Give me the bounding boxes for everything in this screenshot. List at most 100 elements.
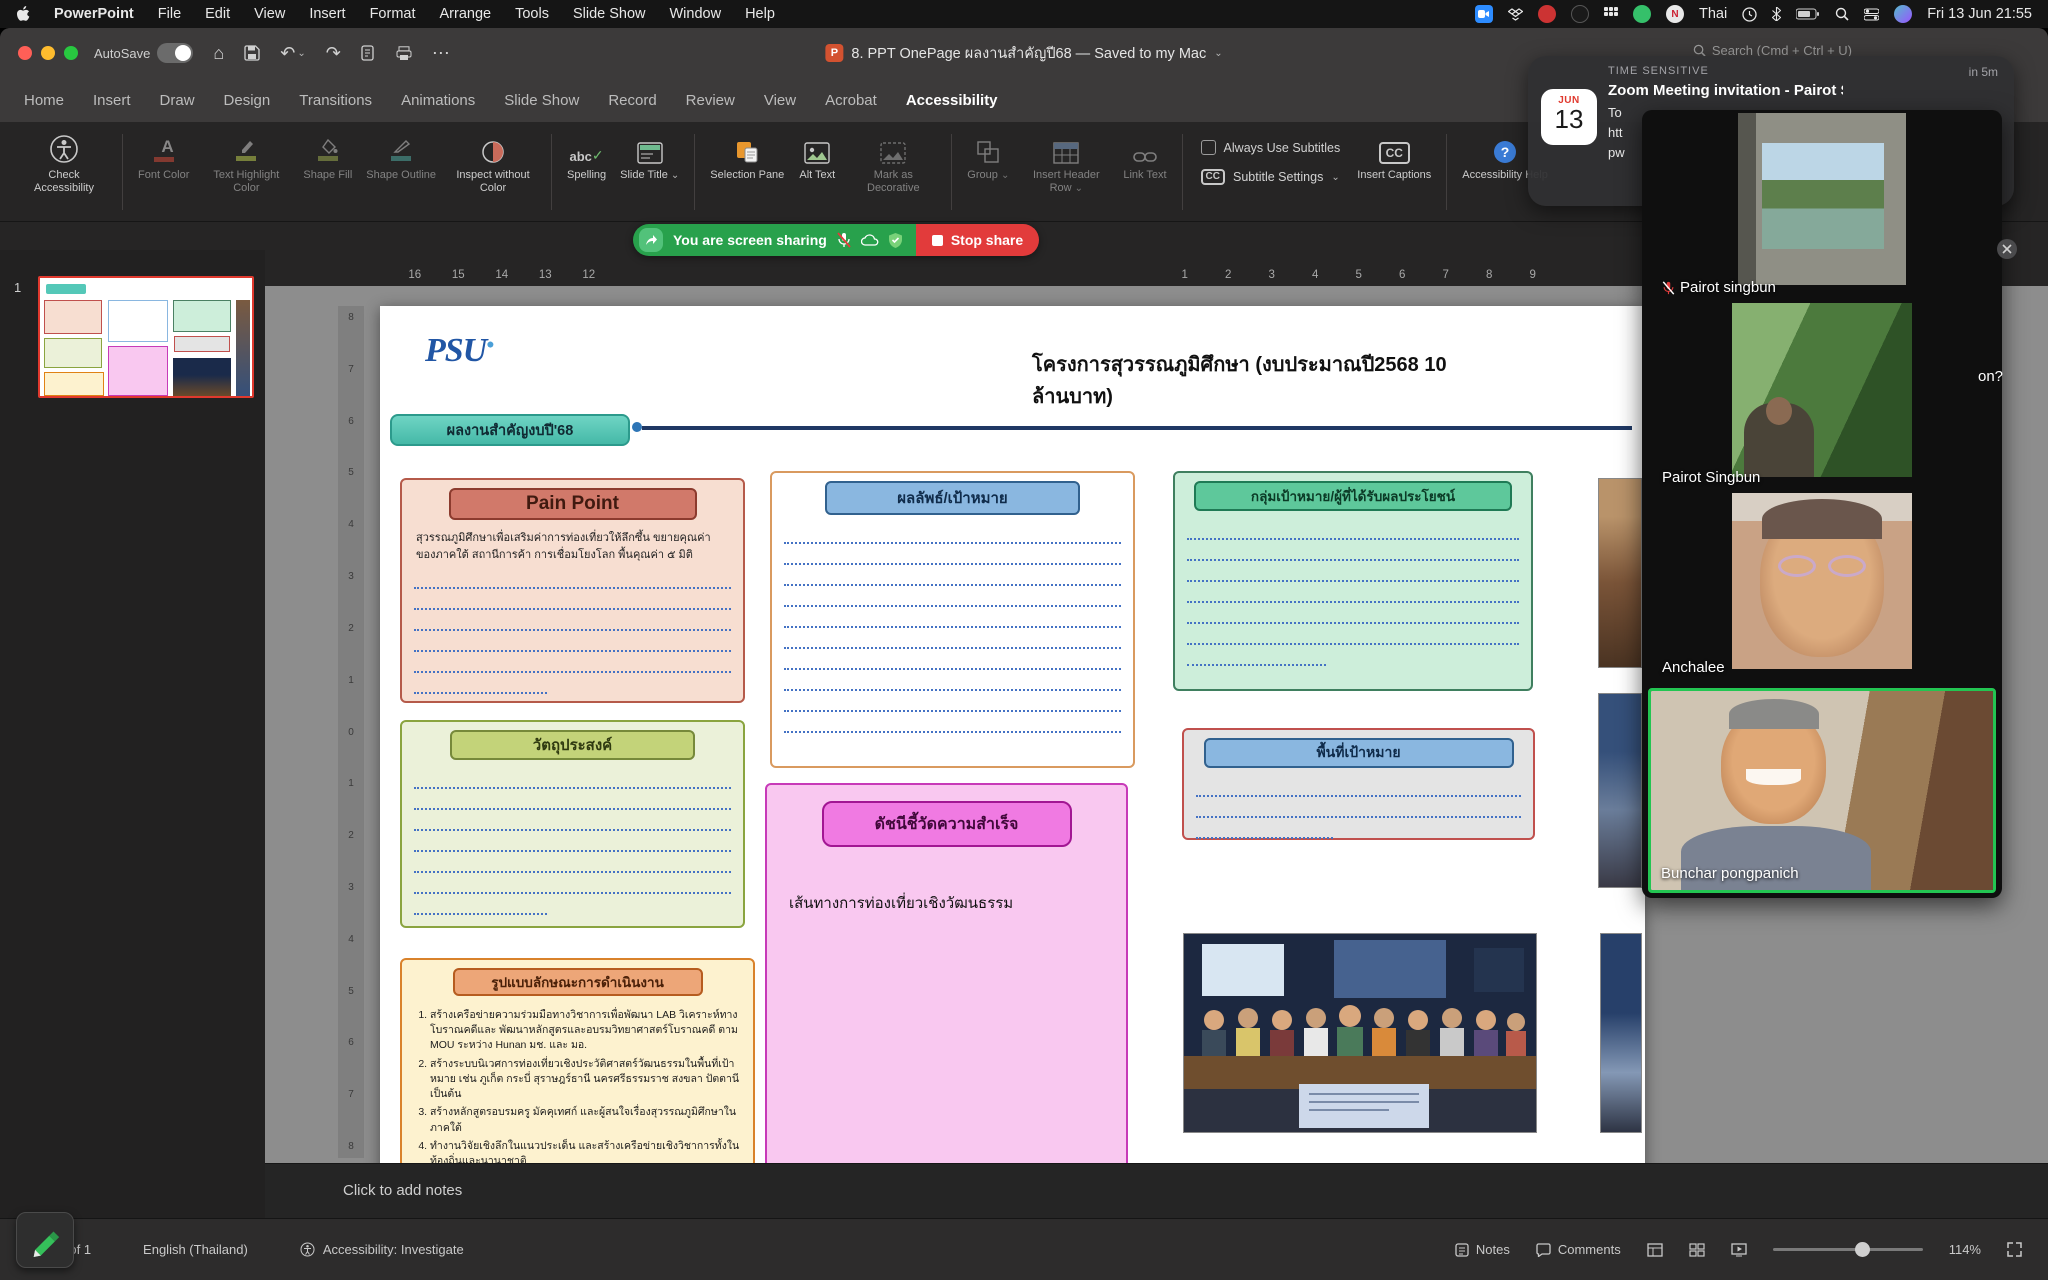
- menu-arrange[interactable]: Arrange: [440, 6, 492, 22]
- menu-tools[interactable]: Tools: [515, 6, 549, 22]
- home-icon[interactable]: ⌂: [213, 43, 224, 64]
- participant-tile[interactable]: Pairot Singbun: [1642, 300, 2002, 490]
- participant-tile-active[interactable]: Bunchar pongpanich: [1642, 688, 2002, 893]
- mark-as-decorative-button[interactable]: Mark as Decorative: [843, 132, 943, 199]
- zoom-window-button[interactable]: [64, 46, 78, 60]
- redo-icon[interactable]: ↷: [326, 43, 341, 64]
- language-indicator[interactable]: English (Thailand): [117, 1242, 274, 1257]
- notification-close-icon[interactable]: [1996, 238, 2018, 260]
- close-window-button[interactable]: [18, 46, 32, 60]
- control-center-icon[interactable]: [1864, 8, 1879, 21]
- menu-file[interactable]: File: [158, 6, 181, 22]
- menu-app-name[interactable]: PowerPoint: [54, 6, 134, 22]
- implementation-box[interactable]: รูปแบบลักษณะการดำเนินงาน สร้างเครือข่ายค…: [400, 958, 755, 1180]
- shape-fill-button[interactable]: Shape Fill: [296, 132, 359, 186]
- slide-title-chevron-icon[interactable]: ⌄: [671, 170, 679, 181]
- slide-sorter-view-button[interactable]: [1689, 1243, 1705, 1257]
- group-chevron-icon[interactable]: ⌄: [1001, 170, 1009, 181]
- slide-thumbnail[interactable]: [38, 276, 254, 398]
- title-chevron-icon[interactable]: ⌄: [1214, 48, 1222, 59]
- tab-review[interactable]: Review: [686, 92, 735, 109]
- tab-home[interactable]: Home: [24, 92, 64, 109]
- always-use-subtitles-checkbox[interactable]: Always Use Subtitles: [1201, 140, 1341, 155]
- slide-tag-pill[interactable]: ผลงานสำคัญงบปี'68: [390, 414, 630, 446]
- menu-help[interactable]: Help: [745, 6, 775, 22]
- tab-view[interactable]: View: [764, 92, 796, 109]
- autosave-toggle[interactable]: [157, 43, 193, 63]
- dark-app-icon[interactable]: [1571, 5, 1589, 23]
- print-icon[interactable]: [396, 46, 412, 61]
- notes-toggle-button[interactable]: Notes: [1455, 1242, 1510, 1257]
- text-highlight-color-button[interactable]: Text Highlight Color: [196, 132, 296, 199]
- menu-format[interactable]: Format: [370, 6, 416, 22]
- check-accessibility-button[interactable]: Check Accessibility: [14, 132, 114, 199]
- spotlight-icon[interactable]: [1835, 7, 1849, 21]
- selection-pane-button[interactable]: Selection Pane: [703, 132, 791, 186]
- subtitle-settings-dropdown[interactable]: CC Subtitle Settings ⌄: [1201, 169, 1341, 185]
- tab-insert[interactable]: Insert: [93, 92, 131, 109]
- menu-window[interactable]: Window: [670, 6, 722, 22]
- shape-outline-button[interactable]: Shape Outline: [359, 132, 443, 186]
- inspect-without-color-button[interactable]: Inspect without Color: [443, 132, 543, 199]
- tab-draw[interactable]: Draw: [160, 92, 195, 109]
- slideshow-view-button[interactable]: [1731, 1243, 1747, 1257]
- dropbox-icon[interactable]: [1508, 8, 1523, 21]
- tab-animations[interactable]: Animations: [401, 92, 475, 109]
- zoom-participants-panel[interactable]: Pairot singbun Pairot Singbun Anchalee B…: [1642, 110, 2002, 898]
- zoom-level[interactable]: 114%: [1949, 1242, 1981, 1257]
- bluetooth-icon[interactable]: [1772, 7, 1781, 21]
- battery-icon[interactable]: [1796, 8, 1820, 20]
- menu-edit[interactable]: Edit: [205, 6, 230, 22]
- clock-icon[interactable]: [1742, 7, 1757, 22]
- fit-to-window-icon[interactable]: [2007, 1242, 2022, 1257]
- slide-title-button[interactable]: Slide Title ⌄: [613, 132, 686, 186]
- target-group-box[interactable]: กลุ่มเป้าหมาย/ผู้ที่ได้รับผลประโยชน์: [1173, 471, 1533, 691]
- link-text-button[interactable]: Link Text: [1116, 132, 1173, 186]
- n-app-icon[interactable]: N: [1666, 5, 1684, 23]
- group-button[interactable]: Group ⌄: [960, 132, 1016, 186]
- zoom-camera-icon[interactable]: [1475, 5, 1493, 23]
- font-color-button[interactable]: A Font Color: [131, 132, 196, 186]
- annotate-pencil-tool[interactable]: [16, 1212, 74, 1268]
- menu-insert[interactable]: Insert: [309, 6, 345, 22]
- undo-icon[interactable]: ↶: [280, 43, 295, 64]
- accessibility-status[interactable]: Accessibility: Investigate: [274, 1242, 490, 1257]
- normal-view-button[interactable]: [1647, 1243, 1663, 1257]
- objectives-box[interactable]: วัตถุประสงค์: [400, 720, 745, 928]
- tab-accessibility[interactable]: Accessibility: [906, 92, 998, 109]
- menu-clock-label[interactable]: Fri 13 Jun 21:55: [1927, 6, 2032, 22]
- document-title[interactable]: 8. PPT OnePage ผลงานสำคัญปี68 — Saved to…: [851, 42, 1206, 65]
- new-slide-icon[interactable]: [361, 45, 376, 61]
- spelling-button[interactable]: abc✓ Spelling: [560, 132, 613, 186]
- swirl-app-icon[interactable]: [1538, 5, 1556, 23]
- apple-menu-icon[interactable]: [16, 6, 30, 22]
- pain-point-box[interactable]: Pain Point สุวรรณภูมิศึกษาเพื่อเสริมค่าก…: [400, 478, 745, 703]
- insert-header-row-chevron-icon[interactable]: ⌄: [1075, 183, 1083, 194]
- menu-view[interactable]: View: [254, 6, 285, 22]
- tab-record[interactable]: Record: [608, 92, 656, 109]
- kpi-box[interactable]: ดัชนีชี้วัดความสำเร็จ เส้นทางการท่องเที่…: [765, 783, 1128, 1181]
- input-source-label[interactable]: Thai: [1699, 6, 1727, 22]
- siri-icon[interactable]: [1894, 5, 1912, 23]
- tab-acrobat[interactable]: Acrobat: [825, 92, 877, 109]
- slide-canvas[interactable]: PSU● โครงการสุวรรณภูมิศึกษา (งบประมาณปี2…: [380, 306, 1645, 1186]
- more-toolbar-icon[interactable]: ⋯: [432, 43, 450, 64]
- menu-slide-show[interactable]: Slide Show: [573, 6, 646, 22]
- stop-share-button[interactable]: Stop share: [916, 224, 1039, 256]
- zoom-slider[interactable]: [1773, 1248, 1923, 1251]
- zoom-slider-knob[interactable]: [1855, 1242, 1870, 1257]
- grid-app-icon[interactable]: [1604, 7, 1618, 21]
- tab-slide-show[interactable]: Slide Show: [504, 92, 579, 109]
- undo-chevron-icon[interactable]: ⌄: [297, 48, 305, 59]
- green-app-icon[interactable]: [1633, 5, 1651, 23]
- minimize-window-button[interactable]: [41, 46, 55, 60]
- outcomes-box[interactable]: ผลลัพธ์/เป้าหมาย: [770, 471, 1135, 768]
- notes-area[interactable]: Click to add notes: [265, 1163, 2048, 1218]
- participant-tile[interactable]: Pairot singbun: [1642, 110, 2002, 300]
- alt-text-button[interactable]: Alt Text: [791, 132, 843, 186]
- comments-toggle-button[interactable]: Comments: [1536, 1242, 1621, 1257]
- tab-design[interactable]: Design: [224, 92, 271, 109]
- slide-heading[interactable]: โครงการสุวรรณภูมิศึกษา (งบประมาณปี2568 1…: [1032, 348, 1452, 412]
- participant-tile[interactable]: Anchalee: [1642, 490, 2002, 680]
- save-icon[interactable]: [244, 45, 260, 61]
